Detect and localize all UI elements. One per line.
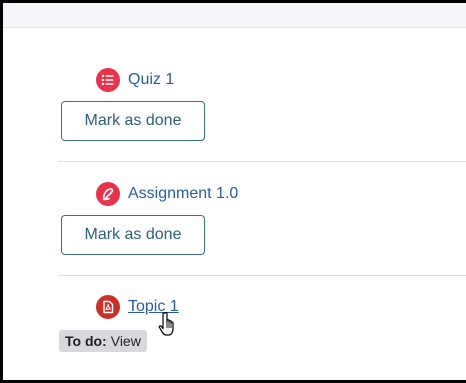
activity-link-assignment-1-0[interactable]: Assignment 1.0 <box>128 185 238 203</box>
page-header-band <box>3 3 466 28</box>
hand-pointer-icon <box>158 311 174 336</box>
activity-header: Assignment 1.0 <box>96 181 238 207</box>
activity-quiz: Quiz 1 Mark as done <box>58 63 466 162</box>
activity-header: Quiz 1 <box>96 67 174 93</box>
activity-assignment: Assignment 1.0 Mark as done <box>58 177 466 276</box>
mark-as-done-button[interactable]: Mark as done <box>61 101 205 141</box>
course-page: Quiz 1 Mark as done Assignment 1.0 Mark … <box>0 0 466 383</box>
quiz-icon <box>96 68 120 92</box>
completion-status-badge: To do: View <box>59 330 147 352</box>
todo-value: View <box>110 333 141 349</box>
activity-topic: Topic 1 To do: View <box>58 290 466 370</box>
activity-link-quiz-1[interactable]: Quiz 1 <box>128 71 174 89</box>
mark-as-done-button[interactable]: Mark as done <box>61 215 205 255</box>
todo-label: To do: <box>65 333 107 349</box>
assignment-icon <box>96 182 120 206</box>
pdf-icon <box>96 295 120 319</box>
